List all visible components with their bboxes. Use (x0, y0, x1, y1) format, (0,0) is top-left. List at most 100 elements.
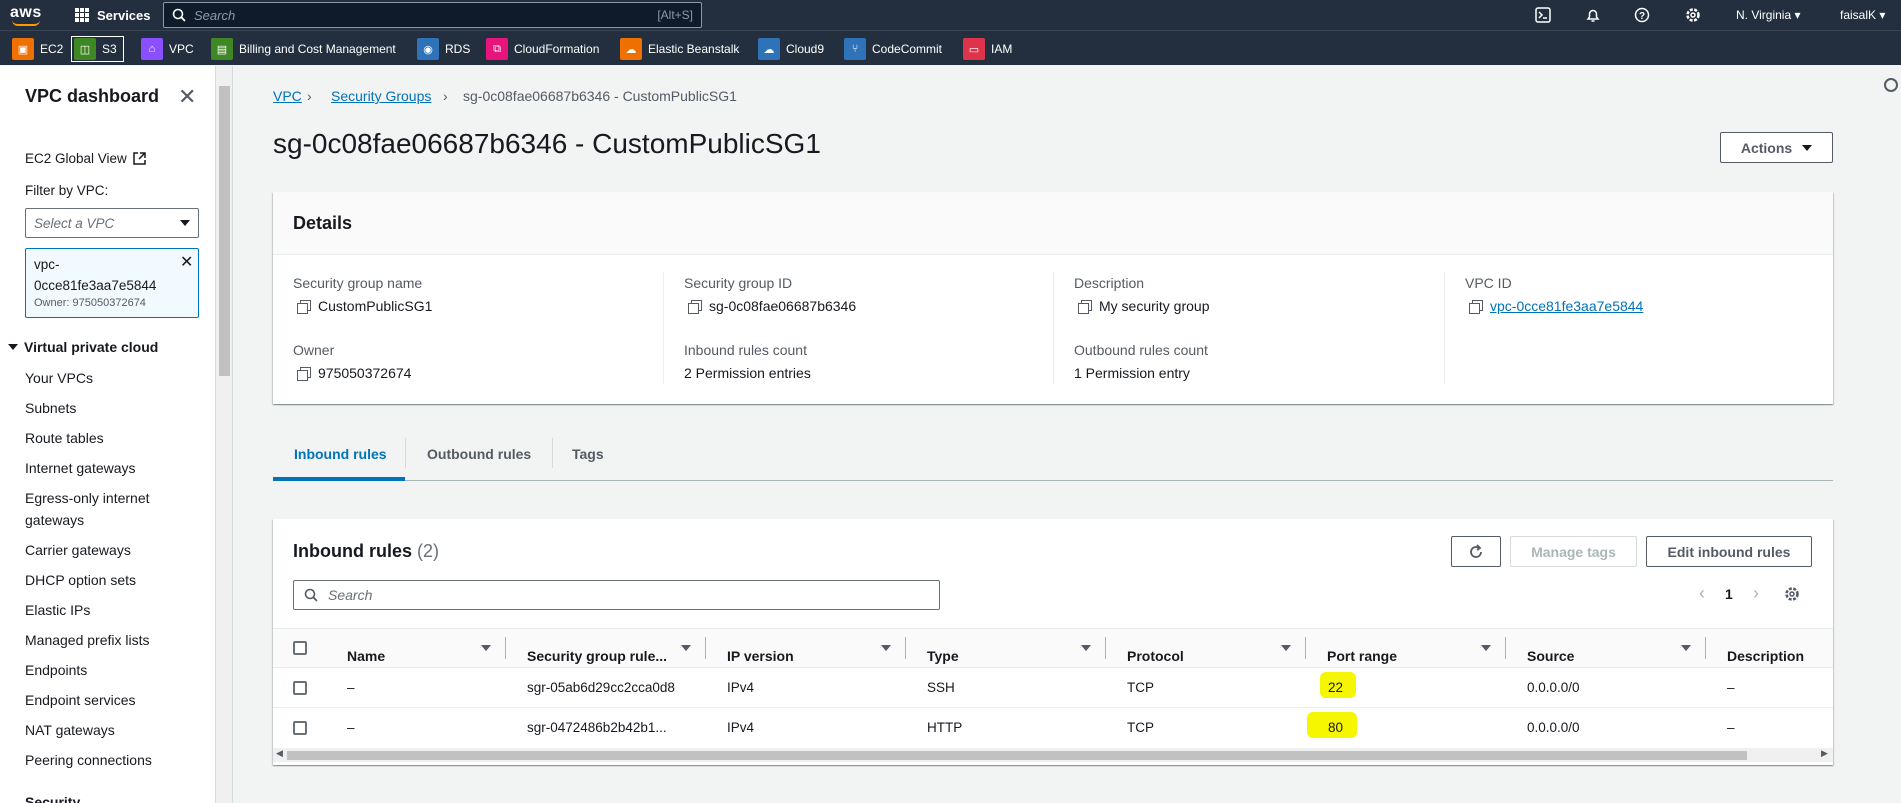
column-resizer[interactable] (1105, 637, 1106, 659)
vpc-filter-select[interactable]: Select a VPC (25, 208, 199, 238)
sidebar-item-elastic-ips[interactable]: Elastic IPs (25, 599, 90, 621)
sort-icon[interactable] (1281, 645, 1291, 651)
col-type[interactable]: Type (927, 648, 959, 664)
fav-billing[interactable]: ▤ Billing and Cost Management (211, 37, 396, 61)
copy-icon[interactable] (297, 299, 311, 314)
column-divider (663, 272, 664, 384)
tab-tags[interactable]: Tags (572, 446, 604, 462)
fav-iam[interactable]: ▭ IAM (963, 37, 1012, 61)
section-virtual-private-cloud[interactable]: Virtual private cloud (8, 339, 158, 355)
sidebar-item-managed-prefix-lists[interactable]: Managed prefix lists (25, 629, 150, 651)
col-source[interactable]: Source (1527, 648, 1574, 664)
sort-icon[interactable] (1681, 645, 1691, 651)
close-icon[interactable]: ✕ (178, 84, 196, 110)
cell-ip-version: IPv4 (727, 720, 755, 735)
sort-icon[interactable] (1081, 645, 1091, 651)
col-protocol[interactable]: Protocol (1127, 648, 1184, 664)
sort-icon[interactable] (1481, 645, 1491, 651)
chevron-left-icon[interactable]: ‹ (1699, 583, 1705, 604)
sort-icon[interactable] (481, 645, 491, 651)
cell-port-range: 80 (1328, 720, 1344, 735)
svg-text:?: ? (1639, 11, 1645, 22)
actions-button[interactable]: Actions (1720, 132, 1833, 163)
col-name[interactable]: Name (347, 648, 385, 664)
scroll-right-icon[interactable]: ▶ (1821, 748, 1828, 759)
fav-codecommit[interactable]: ⑂ CodeCommit (844, 37, 942, 61)
table-row[interactable] (273, 668, 1833, 708)
sidebar-item-peering-connections[interactable]: Peering connections (25, 749, 152, 771)
fav-rds[interactable]: ◉ RDS (417, 37, 470, 61)
copy-icon[interactable] (297, 366, 311, 381)
column-resizer[interactable] (505, 637, 506, 659)
copy-icon[interactable] (1078, 299, 1092, 314)
sort-icon[interactable] (681, 645, 691, 651)
copy-icon[interactable] (688, 299, 702, 314)
sidebar-item-internet-gateways[interactable]: Internet gateways (25, 457, 136, 479)
remove-token-icon[interactable]: ✕ (180, 252, 193, 272)
fav-cloud9[interactable]: ☁ Cloud9 (758, 37, 824, 61)
table-scrollbar-thumb[interactable] (287, 751, 1747, 760)
gear-icon[interactable] (1683, 5, 1703, 25)
col-port-range[interactable]: Port range (1327, 648, 1397, 664)
column-resizer[interactable] (705, 637, 706, 659)
tab-outbound-rules[interactable]: Outbound rules (427, 446, 531, 462)
services-menu-button[interactable]: Services (75, 0, 151, 30)
fav-elastic-beanstalk[interactable]: ☁ Elastic Beanstalk (620, 37, 739, 61)
breadcrumb-security-groups[interactable]: Security Groups (331, 88, 431, 104)
owner-label: Owner (293, 342, 335, 358)
scroll-left-icon[interactable]: ◀ (276, 748, 283, 759)
page-number[interactable]: 1 (1725, 586, 1733, 602)
details-panel: Details Security group name CustomPublic… (273, 192, 1833, 404)
breadcrumb-vpc[interactable]: VPC (273, 88, 302, 104)
column-resizer[interactable] (1305, 637, 1306, 659)
ec2-global-view-link[interactable]: EC2 Global View (25, 151, 146, 166)
sidebar-item-egress-only[interactable]: Egress-only internet gateways (25, 487, 175, 531)
col-description[interactable]: Description (1727, 648, 1804, 664)
gear-icon[interactable] (1784, 586, 1800, 605)
sidebar-item-dhcp-option-sets[interactable]: DHCP option sets (25, 569, 136, 591)
fav-vpc[interactable]: ⌂ VPC (141, 37, 194, 61)
details-header (273, 192, 1833, 255)
rules-search-input[interactable]: Search (293, 580, 940, 610)
region-selector[interactable]: N. Virginia ▾ (1736, 0, 1801, 30)
info-panel-icon[interactable] (1884, 78, 1898, 92)
sidebar-item-your-vpcs[interactable]: Your VPCs (25, 367, 93, 389)
sidebar-item-nat-gateways[interactable]: NAT gateways (25, 719, 115, 741)
global-search-input[interactable]: Search [Alt+S] (163, 2, 702, 28)
col-ip-version[interactable]: IP version (727, 648, 794, 664)
sg-id-label: Security group ID (684, 275, 793, 291)
refresh-button[interactable] (1451, 536, 1501, 567)
account-menu[interactable]: faisalK ▾ (1840, 0, 1885, 30)
edit-inbound-rules-button[interactable]: Edit inbound rules (1646, 536, 1812, 567)
sidebar-scrollbar-thumb[interactable] (219, 86, 230, 376)
sidebar-item-route-tables[interactable]: Route tables (25, 427, 104, 449)
fav-s3[interactable]: ◫ S3 (71, 36, 124, 62)
row-checkbox[interactable] (293, 721, 307, 735)
select-all-checkbox[interactable] (293, 641, 307, 655)
table-row[interactable] (273, 708, 1833, 748)
row-checkbox[interactable] (293, 681, 307, 695)
manage-tags-button[interactable]: Manage tags (1510, 536, 1637, 567)
cell-description: – (1727, 720, 1735, 735)
sidebar-item-carrier-gateways[interactable]: Carrier gateways (25, 539, 131, 561)
sidebar-item-endpoints[interactable]: Endpoints (25, 659, 87, 681)
fav-cloudformation[interactable]: ⧉ CloudFormation (486, 37, 599, 61)
cloudshell-icon[interactable] (1533, 5, 1553, 25)
sidebar-item-endpoint-services[interactable]: Endpoint services (25, 689, 136, 711)
bell-icon[interactable] (1583, 5, 1603, 25)
sidebar-item-subnets[interactable]: Subnets (25, 397, 76, 419)
section-security[interactable]: Security (25, 791, 80, 803)
sort-icon[interactable] (881, 645, 891, 651)
sg-id-text: sg-0c08fae06687b6346 (709, 298, 857, 314)
copy-icon[interactable] (1469, 299, 1483, 314)
tab-inbound-rules[interactable]: Inbound rules (294, 446, 387, 462)
column-resizer[interactable] (1705, 637, 1706, 659)
fav-ec2[interactable]: ▣ EC2 (12, 37, 63, 61)
column-resizer[interactable] (905, 637, 906, 659)
column-resizer[interactable] (1505, 637, 1506, 659)
chevron-right-icon[interactable]: › (1753, 583, 1759, 604)
help-icon[interactable]: ? (1632, 5, 1652, 25)
vpc-id-value: vpc-0cce81fe3aa7e5844 (1469, 298, 1643, 314)
col-security-group-rule[interactable]: Security group rule... (527, 648, 667, 664)
vpc-id-link[interactable]: vpc-0cce81fe3aa7e5844 (1490, 298, 1643, 314)
